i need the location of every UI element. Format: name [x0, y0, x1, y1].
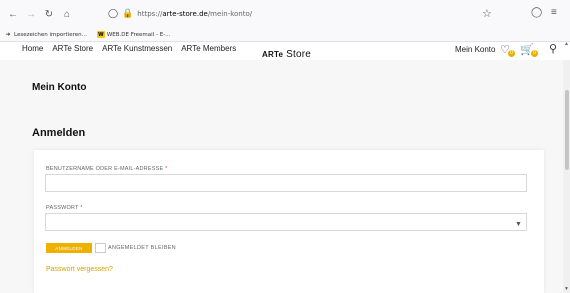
remember-me-label: ANGEMELDET BLEIBEN: [108, 245, 176, 251]
remember-me-checkbox[interactable]: [95, 243, 106, 253]
section-title: Anmelden: [32, 127, 86, 139]
username-input[interactable]: [45, 174, 527, 192]
url-prefix: https://: [137, 10, 163, 18]
back-arrow-icon[interactable]: ←: [6, 7, 20, 21]
main-nav: Home ARTe Store ARTe Kunstmessen ARTe Me…: [22, 44, 236, 53]
import-icon: ➜: [5, 31, 11, 38]
nav-arte-kunstmessen[interactable]: ARTe Kunstmessen: [102, 44, 172, 53]
cart-count-badge: 0: [531, 50, 538, 57]
scroll-up-icon[interactable]: ▲: [564, 41, 569, 47]
wishlist-count-badge: 0: [508, 50, 515, 57]
bookmarks-bar: ➜ Lesezeichen importieren... W WEB.DE Fr…: [0, 28, 570, 42]
search-icon[interactable]: ⚲: [549, 42, 557, 55]
required-mark: *: [165, 166, 168, 172]
username-label: BENUTZERNAME ODER E-MAIL-ADRESSE *: [46, 166, 167, 172]
url-bar[interactable]: ◯ 🔒 https://arte-store.de/mein-konto/: [108, 4, 496, 24]
username-label-text: BENUTZERNAME ODER E-MAIL-ADRESSE: [46, 166, 164, 172]
forgot-password-link[interactable]: Passwort vergessen?: [46, 266, 113, 273]
webde-icon: W: [96, 31, 105, 38]
page-title: Mein Konto: [32, 82, 87, 93]
bookmark-webde[interactable]: W WEB.DE Freemail - E-...: [96, 31, 171, 38]
star-icon[interactable]: ☆: [482, 7, 492, 20]
bookmark-import[interactable]: ➜ Lesezeichen importieren...: [4, 31, 87, 38]
bookmark-label: Lesezeichen importieren...: [14, 31, 87, 38]
lock-icon[interactable]: 🔒: [122, 9, 133, 19]
show-password-icon[interactable]: ▼: [515, 221, 522, 228]
url-path: /mein-konto/: [207, 10, 253, 18]
nav-arte-members[interactable]: ARTe Members: [181, 44, 236, 53]
account-link[interactable]: Mein Konto: [455, 45, 495, 54]
logo-mark: ARTe: [262, 50, 284, 59]
login-button[interactable]: ANMELDEN: [46, 243, 92, 253]
scrollbar-thumb[interactable]: [565, 90, 569, 170]
hamburger-menu-icon[interactable]: ≡: [551, 7, 557, 18]
nav-home[interactable]: Home: [22, 44, 43, 53]
browser-toolbar: ← → ↻ ⌂ ◯ 🔒 https://arte-store.de/mein-k…: [0, 0, 570, 28]
tracking-shield-icon[interactable]: ◯: [108, 9, 118, 19]
forward-arrow-icon[interactable]: →: [24, 7, 38, 21]
scroll-down-icon[interactable]: ▼: [564, 286, 569, 292]
password-label-text: PASSWORT: [46, 205, 79, 211]
url-host: arte-store.de: [162, 10, 208, 18]
password-label: PASSWORT *: [46, 205, 83, 211]
site-logo[interactable]: ARTe Store: [262, 49, 311, 60]
home-icon[interactable]: ⌂: [60, 7, 74, 21]
logo-text: Store: [286, 49, 311, 60]
pocket-icon[interactable]: ◯: [531, 7, 542, 18]
password-input[interactable]: [45, 213, 527, 231]
required-mark: *: [80, 205, 83, 211]
nav-arte-store[interactable]: ARTe Store: [52, 44, 93, 53]
site-header: Home ARTe Store ARTe Kunstmessen ARTe Me…: [0, 42, 570, 60]
reload-icon[interactable]: ↻: [42, 7, 56, 21]
bookmark-label: WEB.DE Freemail - E-...: [106, 31, 171, 38]
